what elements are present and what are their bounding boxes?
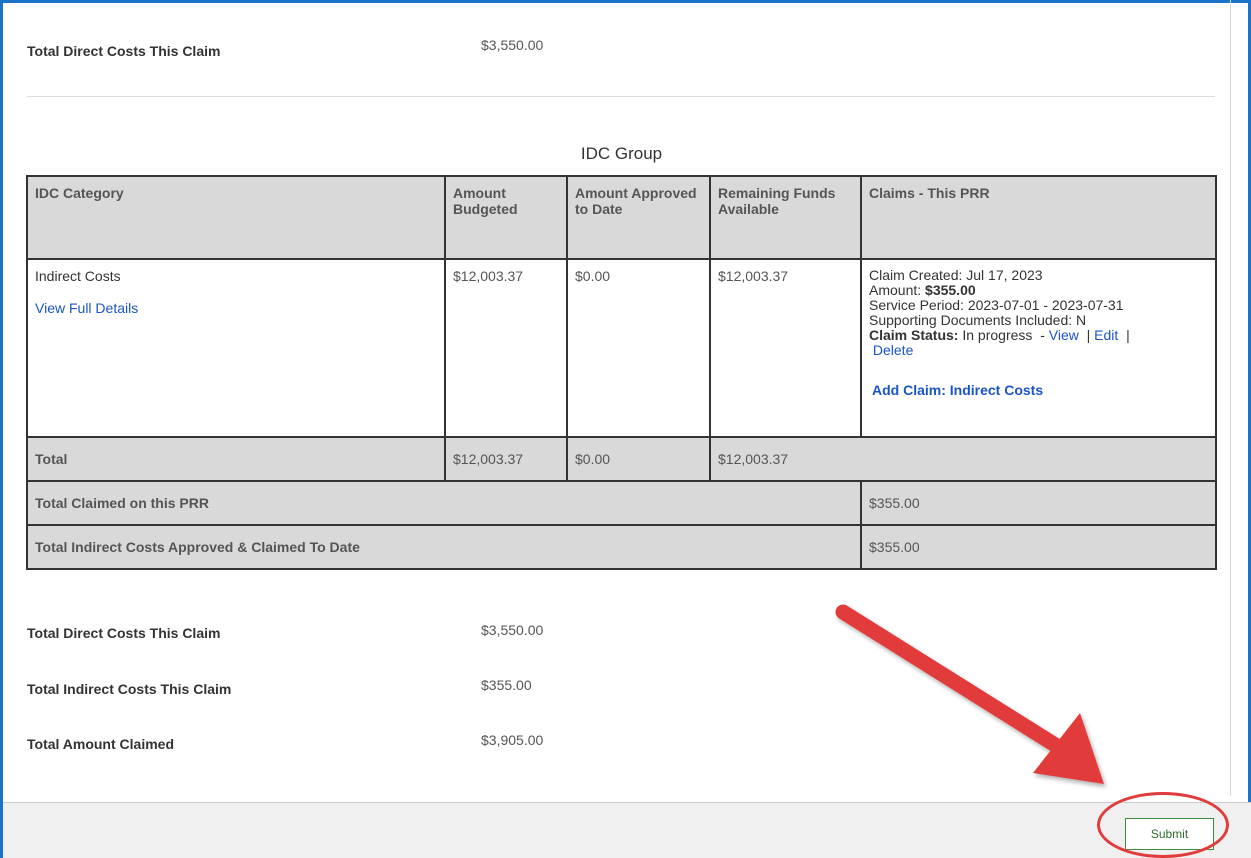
budgeted-cell: $12,003.37	[444, 258, 568, 438]
annotation-circle	[1097, 792, 1229, 858]
claim-created-label: Claim Created:	[869, 267, 963, 283]
claim-status-label: Claim Status:	[869, 327, 959, 343]
view-full-details-link[interactable]: View Full Details	[35, 300, 138, 316]
remaining-cell: $12,003.37	[709, 258, 862, 438]
summary-label: Total Direct Costs This Claim	[27, 625, 221, 641]
approved-claimed-row: Total Indirect Costs Approved & Claimed …	[26, 524, 1217, 570]
col-header-category: IDC Category	[26, 175, 446, 260]
claimed-prr-row: Total Claimed on this PRR $355.00	[26, 480, 1217, 526]
summary-label: Total Indirect Costs This Claim	[27, 681, 232, 697]
claim-info: Claim Created: Jul 17, 2023 Amount: $355…	[869, 268, 1208, 358]
total-approved: $0.00	[566, 436, 711, 482]
amount-value: $355.00	[925, 282, 976, 298]
edit-claim-link[interactable]: Edit	[1094, 327, 1118, 343]
summary-label: Total Amount Claimed	[27, 736, 174, 752]
total-budgeted: $12,003.37	[444, 436, 568, 482]
total-label: Total	[26, 436, 446, 482]
table-row: Indirect Costs View Full Details $12,003…	[26, 258, 1217, 438]
summary-value: $3,550.00	[481, 37, 544, 53]
claim-status-value: In progress	[962, 327, 1033, 343]
section-divider	[27, 96, 1215, 97]
claims-cell: Claim Created: Jul 17, 2023 Amount: $355…	[860, 258, 1217, 438]
category-name: Indirect Costs	[35, 268, 121, 284]
view-claim-link[interactable]: View	[1049, 327, 1079, 343]
category-cell: Indirect Costs View Full Details	[26, 258, 446, 438]
service-period-value: 2023-07-01 - 2023-07-31	[967, 297, 1124, 313]
summary-value: $355.00	[481, 677, 532, 693]
total-row: Total $12,003.37 $0.00 $12,003.37	[26, 436, 1217, 482]
link-separator: |	[1126, 327, 1130, 343]
summary-value: $3,905.00	[481, 732, 544, 748]
supporting-docs-label: Supporting Documents Included:	[869, 312, 1073, 328]
summary-label: Total Direct Costs This Claim	[27, 43, 221, 59]
supporting-docs-value: N	[1076, 312, 1087, 328]
approved-claimed-label: Total Indirect Costs Approved & Claimed …	[26, 524, 862, 570]
idc-table: IDC Category Amount Budgeted Amount Appr…	[26, 175, 1217, 570]
col-header-approved: Amount Approved to Date	[566, 175, 711, 260]
claimed-prr-value: $355.00	[860, 480, 1217, 526]
status-dash: -	[1040, 327, 1045, 343]
content-border	[1230, 0, 1231, 796]
approved-cell: $0.00	[566, 258, 711, 438]
claim-created-value: Jul 17, 2023	[966, 267, 1043, 283]
delete-claim-link[interactable]: Delete	[873, 342, 913, 358]
idc-group-title: IDC Group	[580, 144, 663, 163]
amount-label: Amount:	[869, 282, 922, 298]
footer-bar	[3, 802, 1251, 858]
approved-claimed-value: $355.00	[860, 524, 1217, 570]
link-separator: |	[1086, 327, 1091, 343]
col-header-claims: Claims - This PRR	[860, 175, 1217, 260]
claimed-prr-label: Total Claimed on this PRR	[26, 480, 862, 526]
table-header-row: IDC Category Amount Budgeted Amount Appr…	[26, 175, 1217, 260]
col-header-budgeted: Amount Budgeted	[444, 175, 568, 260]
summary-value: $3,550.00	[481, 622, 544, 638]
col-header-remaining: Remaining Funds Available	[709, 175, 862, 260]
service-period-label: Service Period:	[869, 297, 964, 313]
total-remaining: $12,003.37	[709, 436, 1217, 482]
add-claim-link[interactable]: Add Claim: Indirect Costs	[872, 382, 1043, 398]
